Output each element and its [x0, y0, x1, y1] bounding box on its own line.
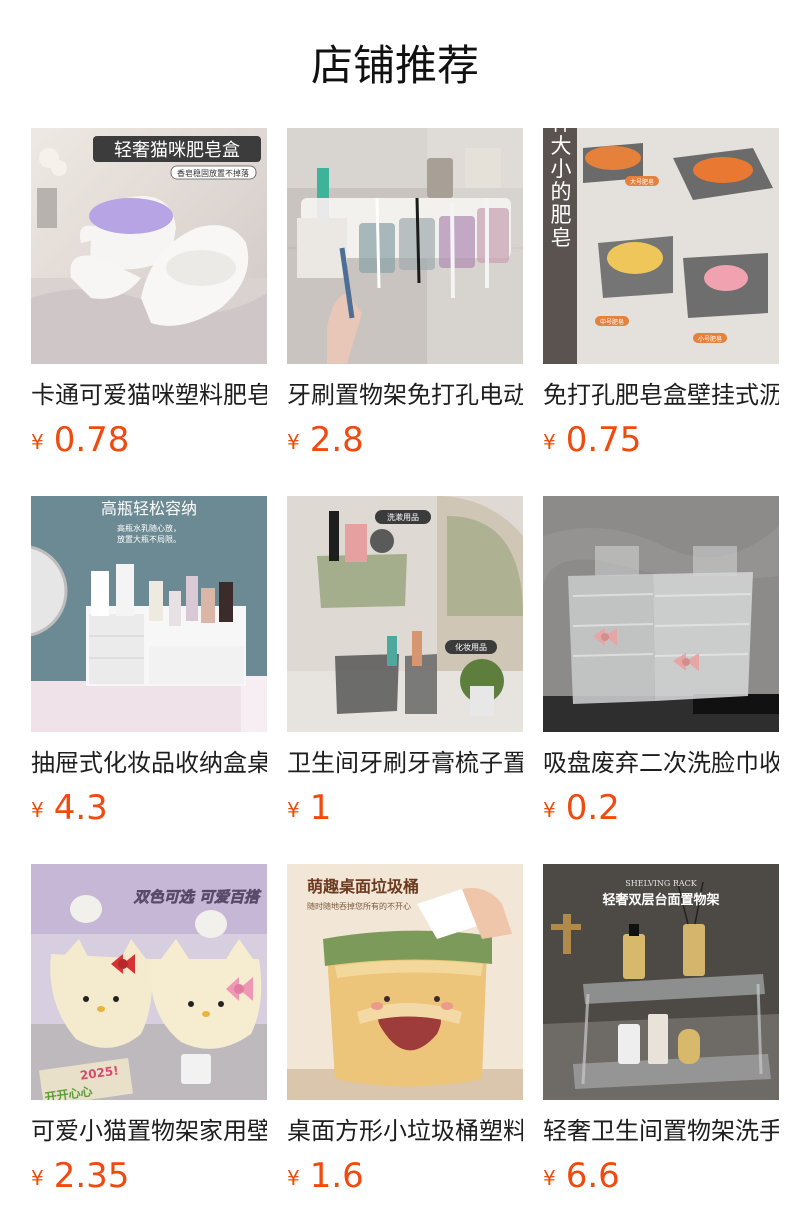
currency-symbol: ¥ [543, 430, 556, 454]
product-name[interactable]: 桌面方形小垃圾桶塑料 [287, 1116, 523, 1146]
product-price: ¥0.78 [31, 420, 267, 460]
product-card[interactable]: 吸盘废弃二次洗脸巾收纳 ¥0.2 [543, 496, 779, 828]
product-image[interactable]: SHELVING RACK 轻奢双层台面置物架 [543, 864, 779, 1100]
svg-text:中号肥皂: 中号肥皂 [600, 318, 624, 326]
svg-text:香皂稳固放置不掉落: 香皂稳固放置不掉落 [177, 168, 249, 178]
product-card[interactable]: 萌趣桌面垃圾桶 随时随地吞掉您所有的不开心 桌面方形小垃圾桶塑料 ¥1.6 [287, 864, 523, 1196]
product-image[interactable]: 2025! 开开心心 双色可选 可爱百搭 [31, 864, 267, 1100]
svg-text:随时随地吞掉您所有的不开心: 随时随地吞掉您所有的不开心 [307, 901, 411, 911]
currency-symbol: ¥ [31, 798, 44, 822]
product-image[interactable] [543, 496, 779, 732]
product-card[interactable]: 牙刷置物架免打孔电动 ¥2.8 [287, 128, 523, 460]
price-value: 1.6 [309, 1156, 364, 1196]
product-name[interactable]: 吸盘废弃二次洗脸巾收纳 [543, 748, 779, 778]
price-value: 0.75 [565, 420, 642, 460]
currency-symbol: ¥ [31, 1166, 44, 1190]
banner-text: 轻奢猫咪肥皂盒 [114, 140, 240, 161]
product-card[interactable]: SHELVING RACK 轻奢双层台面置物架 轻奢卫生间置物架洗手台 ¥6.6 [543, 864, 779, 1196]
product-price: ¥2.35 [31, 1156, 267, 1196]
banner-text: 轻奢双层台面置物架 [602, 892, 719, 908]
banner-text: 高瓶轻松容纳 [101, 499, 197, 518]
banner-text: 适用各种大小的肥皂 [548, 128, 572, 250]
banner-text: 双色可选 可爱百搭 [133, 888, 262, 906]
product-price: ¥6.6 [543, 1156, 779, 1196]
product-card[interactable]: 高瓶轻松容纳 高瓶水乳随心放， 放置大瓶不局限。 抽屉式化妆品收纳盒桌面 ¥4.… [31, 496, 267, 828]
price-value: 0.2 [565, 788, 620, 828]
currency-symbol: ¥ [543, 798, 556, 822]
product-price: ¥4.3 [31, 788, 267, 828]
svg-text:高瓶水乳随心放，: 高瓶水乳随心放， [117, 523, 181, 533]
product-image[interactable]: 高瓶轻松容纳 高瓶水乳随心放， 放置大瓶不局限。 [31, 496, 267, 732]
svg-text:大号肥皂: 大号肥皂 [630, 178, 654, 186]
price-value: 4.3 [53, 788, 108, 828]
product-image[interactable]: 洗漱用品 化妆用品 [287, 496, 523, 732]
price-value: 0.78 [53, 420, 130, 460]
currency-symbol: ¥ [31, 430, 44, 454]
product-name[interactable]: 卡通可爱猫咪塑料肥皂盒 [31, 380, 267, 410]
svg-text:放置大瓶不局限。: 放置大瓶不局限。 [117, 534, 181, 544]
product-card[interactable]: 2025! 开开心心 双色可选 可爱百搭 可爱小猫置物架家用壁挂 ¥2.35 [31, 864, 267, 1196]
product-name[interactable]: 牙刷置物架免打孔电动 [287, 380, 523, 410]
product-card[interactable]: 轻奢猫咪肥皂盒 香皂稳固放置不掉落 卡通可爱猫咪塑料肥皂盒 ¥0.78 [31, 128, 267, 460]
product-image[interactable] [287, 128, 523, 364]
product-card[interactable]: 适用各种大小的肥皂 大号肥皂 中号肥皂 小号肥皂 免打孔肥皂盒壁挂式沥水 ¥0.… [543, 128, 779, 460]
price-value: 2.35 [53, 1156, 130, 1196]
currency-symbol: ¥ [287, 430, 300, 454]
page-title: 店铺推荐 [310, 41, 479, 90]
product-name[interactable]: 卫生间牙刷牙膏梳子置物 [287, 748, 523, 778]
product-price: ¥2.8 [287, 420, 523, 460]
product-name[interactable]: 抽屉式化妆品收纳盒桌面 [31, 748, 267, 778]
banner-text: 萌趣桌面垃圾桶 [307, 877, 419, 896]
product-price: ¥0.75 [543, 420, 779, 460]
svg-text:小号肥皂: 小号肥皂 [698, 335, 722, 343]
product-price: ¥0.2 [543, 788, 779, 828]
price-value: 2.8 [309, 420, 364, 460]
product-name[interactable]: 可爱小猫置物架家用壁挂 [31, 1116, 267, 1146]
currency-symbol: ¥ [287, 1166, 300, 1190]
currency-symbol: ¥ [543, 1166, 556, 1190]
product-card[interactable]: 洗漱用品 化妆用品 卫生间牙刷牙膏梳子置物 ¥1 [287, 496, 523, 828]
banner-text: 洗漱用品 [387, 512, 419, 522]
currency-symbol: ¥ [287, 798, 300, 822]
product-image[interactable]: 轻奢猫咪肥皂盒 香皂稳固放置不掉落 [31, 128, 267, 364]
price-value: 6.6 [565, 1156, 620, 1196]
product-name[interactable]: 免打孔肥皂盒壁挂式沥水 [543, 380, 779, 410]
product-image[interactable]: 萌趣桌面垃圾桶 随时随地吞掉您所有的不开心 [287, 864, 523, 1100]
product-price: ¥1.6 [287, 1156, 523, 1196]
svg-text:SHELVING RACK: SHELVING RACK [625, 879, 697, 888]
product-name[interactable]: 轻奢卫生间置物架洗手台 [543, 1116, 779, 1146]
product-price: ¥1 [287, 788, 523, 828]
svg-text:化妆用品: 化妆用品 [455, 642, 487, 652]
price-value: 1 [309, 788, 332, 828]
product-image[interactable]: 适用各种大小的肥皂 大号肥皂 中号肥皂 小号肥皂 [543, 128, 779, 364]
